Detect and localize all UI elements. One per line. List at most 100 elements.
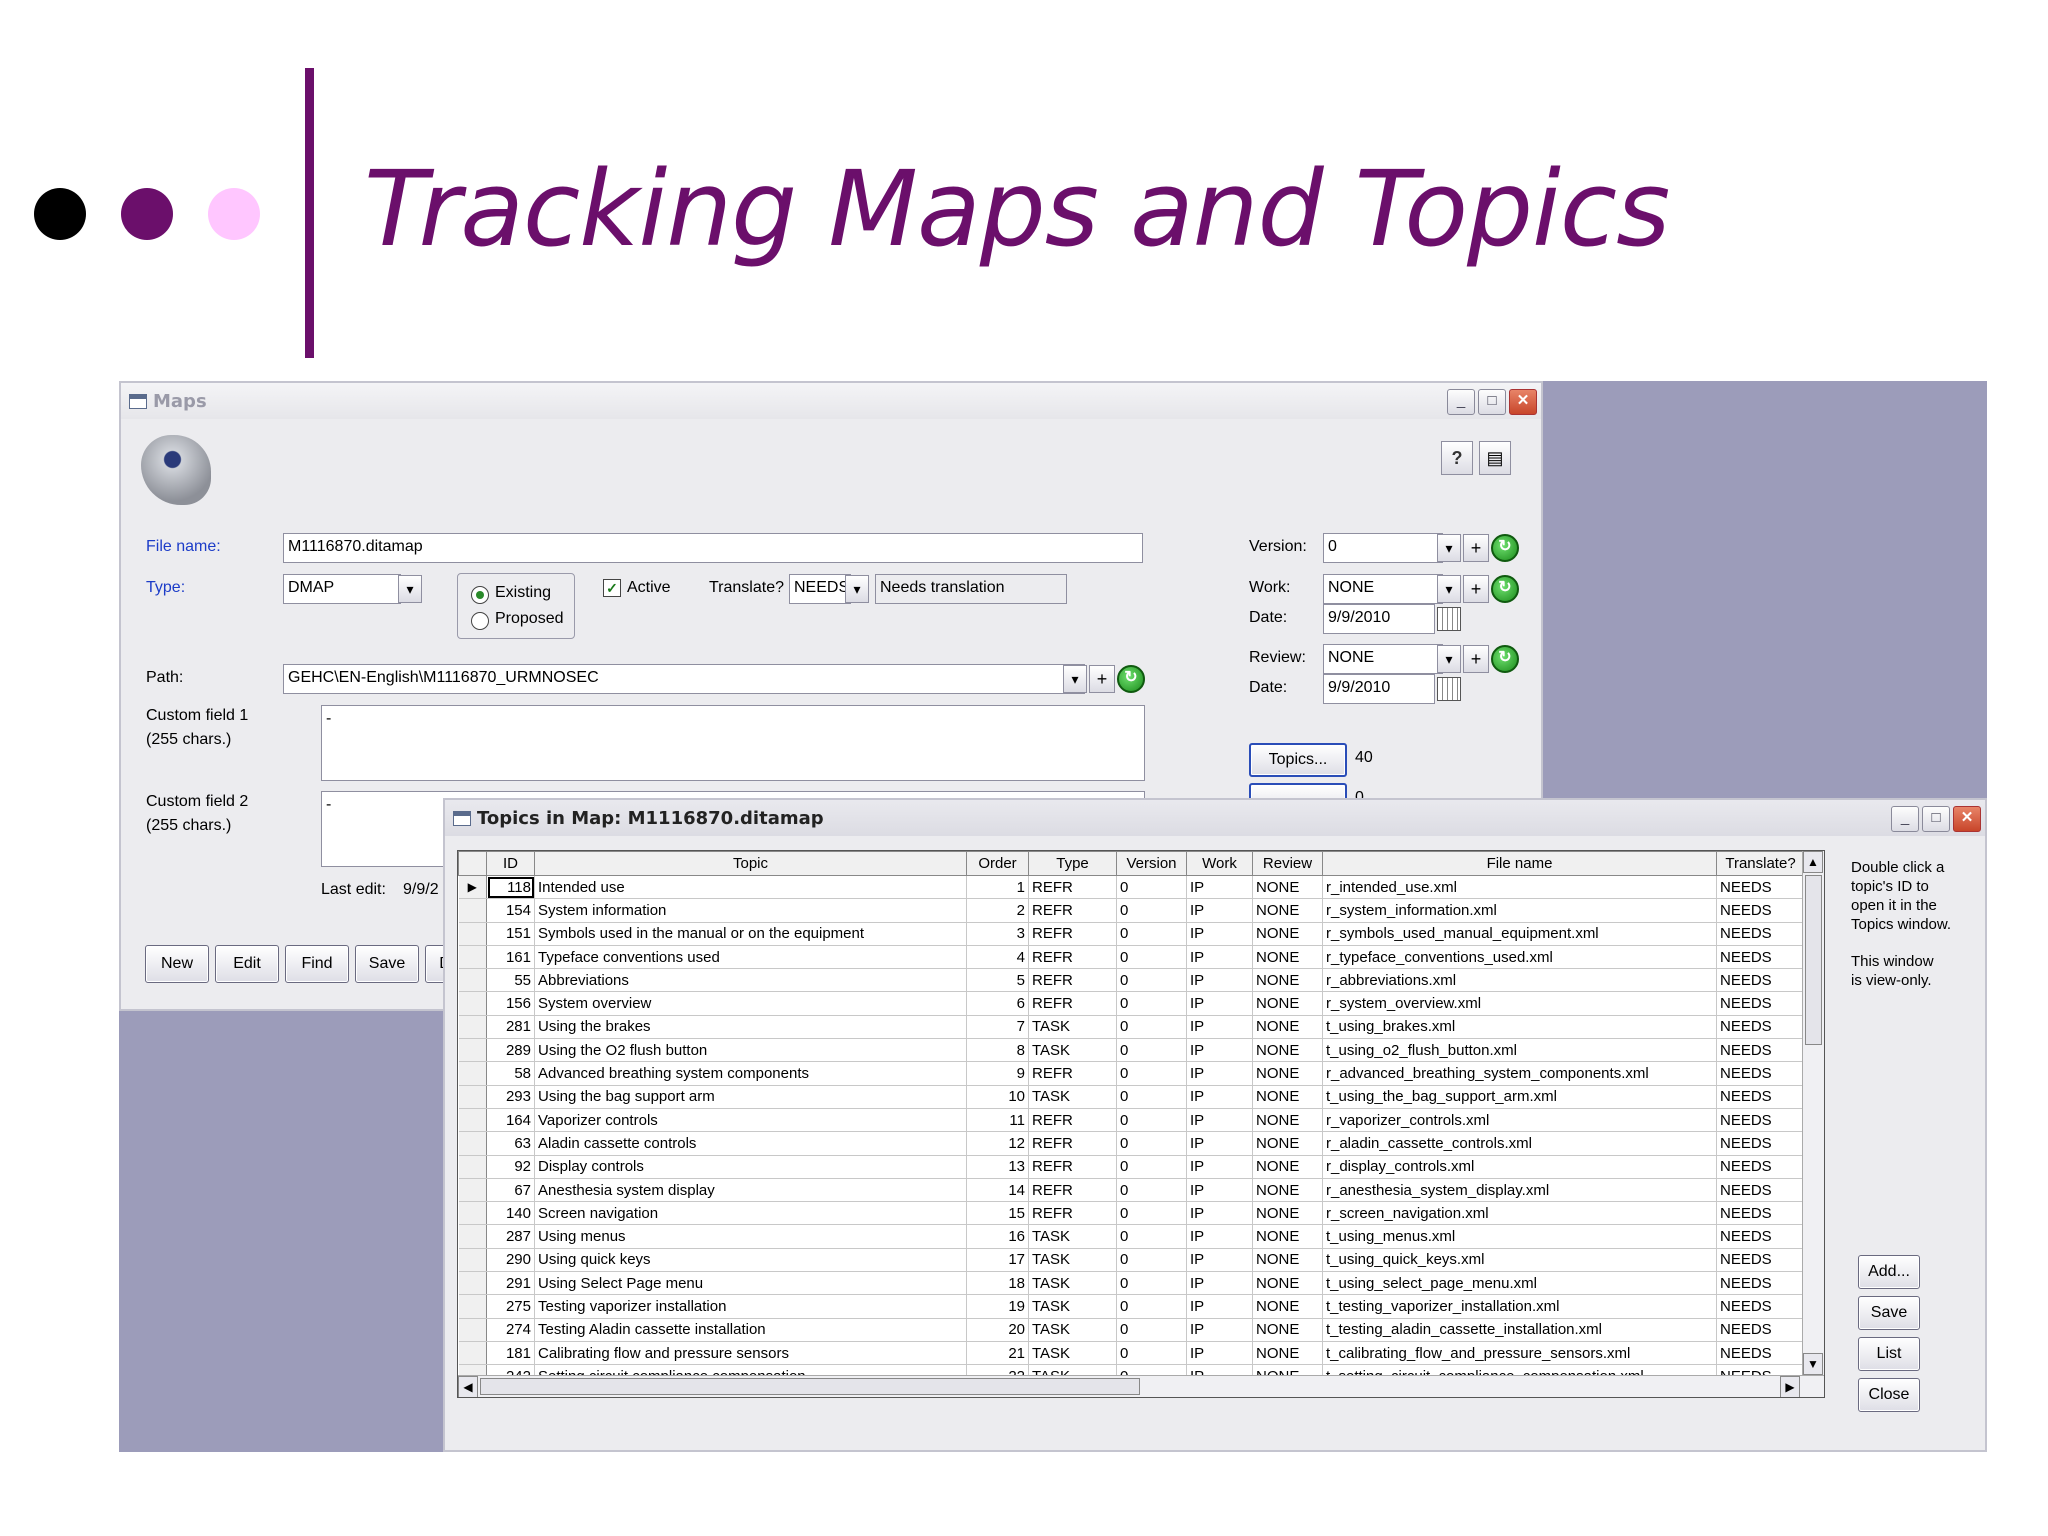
table-cell[interactable]: 55	[486, 968, 535, 993]
table-row[interactable]: ▶ 118 Intended use 1 REFR 0 IP NONE r_intended_u…	[458, 875, 1805, 900]
file-name-field[interactable]: M1116870.ditamap	[283, 533, 1143, 563]
active-checkbox[interactable]: ✓	[603, 579, 621, 597]
table-row[interactable]: 293 Using the bag support arm 10 TASK 0 IP NON…	[458, 1085, 1805, 1109]
table-row[interactable]: 154 System information 2 REFR 0 IP NONE r_syste…	[458, 898, 1805, 923]
translate-select[interactable]: NEEDS	[789, 574, 851, 604]
row-selector[interactable]	[458, 1131, 487, 1156]
topics-grid[interactable]: ID Topic Order Type Version Work Review File na…	[457, 850, 1825, 1398]
table-cell[interactable]: 92	[486, 1155, 535, 1179]
table-row[interactable]: 275 Testing vaporizer installation 19 TASK 0…	[458, 1294, 1805, 1319]
scroll-up-icon[interactable]: ▲	[1803, 851, 1823, 873]
table-row[interactable]: 274 Testing Aladin cassette installation 2…	[458, 1318, 1805, 1342]
vertical-scrollbar[interactable]: ▲ ▼	[1802, 851, 1824, 1397]
work-select[interactable]: NONE	[1323, 574, 1443, 604]
table-cell[interactable]: 140	[486, 1201, 535, 1226]
scroll-thumb[interactable]	[1805, 875, 1822, 1045]
table-row[interactable]: 161 Typeface conventions used 4 REFR 0 IP NONE…	[458, 945, 1805, 970]
scroll-left-icon[interactable]: ◀	[458, 1376, 478, 1397]
hscroll-thumb[interactable]	[480, 1378, 1140, 1395]
edit-button[interactable]: Edit	[215, 945, 279, 983]
maps-titlebar[interactable]: Maps _ □ ✕	[121, 383, 1541, 419]
chevron-down-icon[interactable]: ▾	[1063, 665, 1087, 693]
row-selector[interactable]	[458, 1341, 487, 1366]
table-cell[interactable]: 63	[486, 1131, 535, 1156]
table-row[interactable]: 55 Abbreviations 5 REFR 0 IP NONE r_abbreviatio…	[458, 968, 1805, 993]
table-cell[interactable]: 67	[486, 1178, 535, 1203]
table-cell[interactable]: 290	[486, 1248, 535, 1273]
table-row[interactable]: 164 Vaporizer controls 11 REFR 0 IP NONE r_vapo…	[458, 1108, 1805, 1133]
save-button[interactable]: Save	[1858, 1296, 1920, 1330]
review-select[interactable]: NONE	[1323, 644, 1443, 674]
existing-radio[interactable]	[471, 586, 489, 604]
add-work-icon[interactable]: +	[1463, 575, 1489, 603]
row-selector[interactable]	[458, 1085, 487, 1109]
version-select[interactable]: 0	[1323, 533, 1443, 563]
refresh-icon[interactable]: ↻	[1491, 534, 1519, 562]
column-header[interactable]: Type	[1028, 851, 1117, 876]
column-header[interactable]: Review	[1252, 851, 1323, 876]
row-selector[interactable]	[458, 1038, 487, 1063]
table-row[interactable]: 140 Screen navigation 15 REFR 0 IP NONE r_scree…	[458, 1201, 1805, 1226]
chevron-down-icon[interactable]: ▾	[1437, 534, 1461, 562]
table-cell[interactable]: 287	[486, 1224, 535, 1249]
table-cell[interactable]: 274	[486, 1318, 535, 1342]
table-cell[interactable]: 291	[486, 1271, 535, 1296]
row-selector[interactable]	[458, 1248, 487, 1273]
row-selector[interactable]	[458, 1271, 487, 1296]
row-selector[interactable]	[458, 1155, 487, 1179]
add-button[interactable]: Add...	[1858, 1255, 1920, 1289]
help-icon[interactable]: ?	[1441, 441, 1473, 475]
table-row[interactable]: 58 Advanced breathing system components 9 R…	[458, 1061, 1805, 1086]
topics-titlebar[interactable]: Topics in Map: M1116870.ditamap _ □ ✕	[445, 800, 1985, 836]
table-row[interactable]: 291 Using Select Page menu 18 TASK 0 IP NONE t_…	[458, 1271, 1805, 1296]
column-header[interactable]: Translate?	[1716, 851, 1805, 876]
column-header[interactable]: Topic	[534, 851, 967, 876]
path-field[interactable]: GEHC\EN-English\M1116870_URMNOSEC	[283, 664, 1085, 694]
minimize-icon[interactable]: _	[1447, 389, 1475, 415]
row-selector[interactable]	[458, 1224, 487, 1249]
review-date-field[interactable]: 9/9/2010	[1323, 674, 1435, 704]
row-selector[interactable]	[458, 945, 487, 970]
add-path-icon[interactable]: +	[1089, 665, 1115, 693]
form-view-icon[interactable]: ▤	[1479, 441, 1511, 475]
add-version-icon[interactable]: +	[1463, 534, 1489, 562]
column-header[interactable]: ID	[486, 851, 535, 876]
topics-button[interactable]: Topics...	[1249, 743, 1347, 777]
table-row[interactable]: 181 Calibrating flow and pressure sensors…	[458, 1341, 1805, 1366]
table-cell[interactable]: 156	[486, 991, 535, 1016]
row-selector[interactable]	[458, 968, 487, 993]
table-cell[interactable]: 289	[486, 1038, 535, 1063]
column-header[interactable]: Work	[1186, 851, 1253, 876]
type-select[interactable]: DMAP	[283, 574, 401, 604]
table-cell[interactable]: 58	[486, 1061, 535, 1086]
row-selector[interactable]	[458, 1108, 487, 1133]
find-button[interactable]: Find	[285, 945, 349, 983]
close-icon[interactable]: ✕	[1953, 806, 1981, 832]
new-button[interactable]: New	[145, 945, 209, 983]
table-cell[interactable]: 281	[486, 1015, 535, 1040]
proposed-radio[interactable]	[471, 612, 489, 630]
table-cell[interactable]: 293	[486, 1085, 535, 1109]
current-row-marker-icon[interactable]: ▶	[458, 875, 487, 900]
minimize-icon[interactable]: _	[1891, 806, 1919, 832]
table-row[interactable]: 281 Using the brakes 7 TASK 0 IP NONE t_using_b…	[458, 1015, 1805, 1040]
table-cell[interactable]: 275	[486, 1294, 535, 1319]
row-selector[interactable]	[458, 898, 487, 923]
list-button[interactable]: List	[1858, 1337, 1920, 1371]
table-cell[interactable]: 161	[486, 945, 535, 970]
chevron-down-icon[interactable]: ▾	[398, 575, 422, 603]
table-row[interactable]: 156 System overview 6 REFR 0 IP NONE r_system_o…	[458, 991, 1805, 1016]
table-row[interactable]: 287 Using menus 16 TASK 0 IP NONE t_using_menus…	[458, 1224, 1805, 1249]
table-cell[interactable]: 181	[486, 1341, 535, 1366]
refresh-icon[interactable]: ↻	[1491, 575, 1519, 603]
horizontal-scrollbar[interactable]: ◀ ▶	[458, 1375, 1824, 1397]
maximize-icon[interactable]: □	[1478, 389, 1506, 415]
row-selector[interactable]	[458, 1318, 487, 1342]
table-cell[interactable]: 154	[486, 898, 535, 923]
row-selector[interactable]	[458, 991, 487, 1016]
table-row[interactable]: 67 Anesthesia system display 14 REFR 0 IP NONE…	[458, 1178, 1805, 1203]
table-row[interactable]: 92 Display controls 13 REFR 0 IP NONE r_display…	[458, 1155, 1805, 1179]
close-icon[interactable]: ✕	[1509, 389, 1537, 415]
chevron-down-icon[interactable]: ▾	[1437, 645, 1461, 673]
table-cell[interactable]: 118	[486, 875, 535, 900]
